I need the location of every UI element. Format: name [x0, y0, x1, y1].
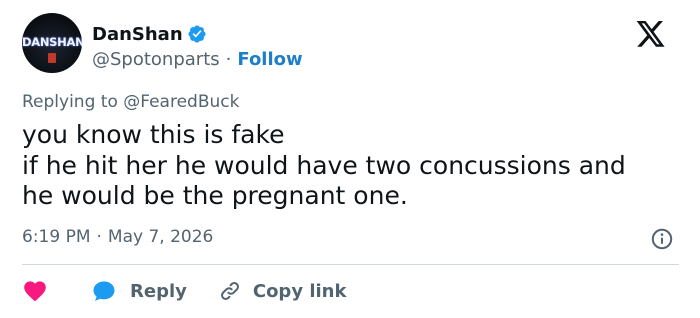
verified-badge-icon	[188, 25, 206, 43]
reply-button[interactable]: Reply	[92, 279, 187, 303]
action-bar: Reply Copy link	[22, 277, 346, 305]
link-icon	[220, 282, 239, 300]
divider	[22, 264, 679, 265]
replying-to-mention[interactable]: @FearedBuck	[123, 92, 239, 112]
like-button[interactable]	[22, 279, 48, 303]
tweet-date: May 7, 2026	[107, 227, 214, 247]
copy-link-button[interactable]: Copy link	[219, 280, 347, 302]
author-display-name[interactable]: DanShan	[92, 24, 183, 45]
tweet-time: 6:19 PM	[22, 227, 91, 247]
avatar[interactable]: DANSHAN	[22, 13, 82, 73]
author-handle-row: @Spotonparts · Follow	[92, 47, 303, 71]
tweet-text-line: he would be the pregnant one.	[22, 181, 408, 210]
replying-to-label: Replying to	[22, 92, 118, 112]
author-handle[interactable]: @Spotonparts	[92, 49, 220, 70]
avatar-logo-accent	[48, 53, 56, 63]
avatar-logo-text: DANSHAN	[22, 35, 82, 49]
heart-icon	[24, 281, 46, 302]
author-name-row: DanShan	[92, 21, 207, 47]
handle-separator: ·	[225, 48, 232, 70]
tweet-timestamp[interactable]: 6:19 PM · May 7, 2026	[22, 227, 213, 247]
tweet-text-line: you know this is fake	[22, 120, 285, 149]
reply-bubble-icon	[93, 281, 115, 301]
reply-label: Reply	[130, 280, 187, 302]
copy-link-label: Copy link	[252, 280, 347, 302]
tweet-text-line: if he hit her he would have two concussi…	[22, 150, 626, 180]
timestamp-separator: ·	[96, 227, 102, 247]
info-icon[interactable]	[651, 228, 673, 250]
follow-button[interactable]: Follow	[237, 49, 302, 70]
tweet-text: you know this is fake if he hit her he w…	[22, 120, 682, 212]
x-logo-icon[interactable]	[636, 21, 666, 48]
replying-to: Replying to @FearedBuck	[22, 92, 239, 112]
